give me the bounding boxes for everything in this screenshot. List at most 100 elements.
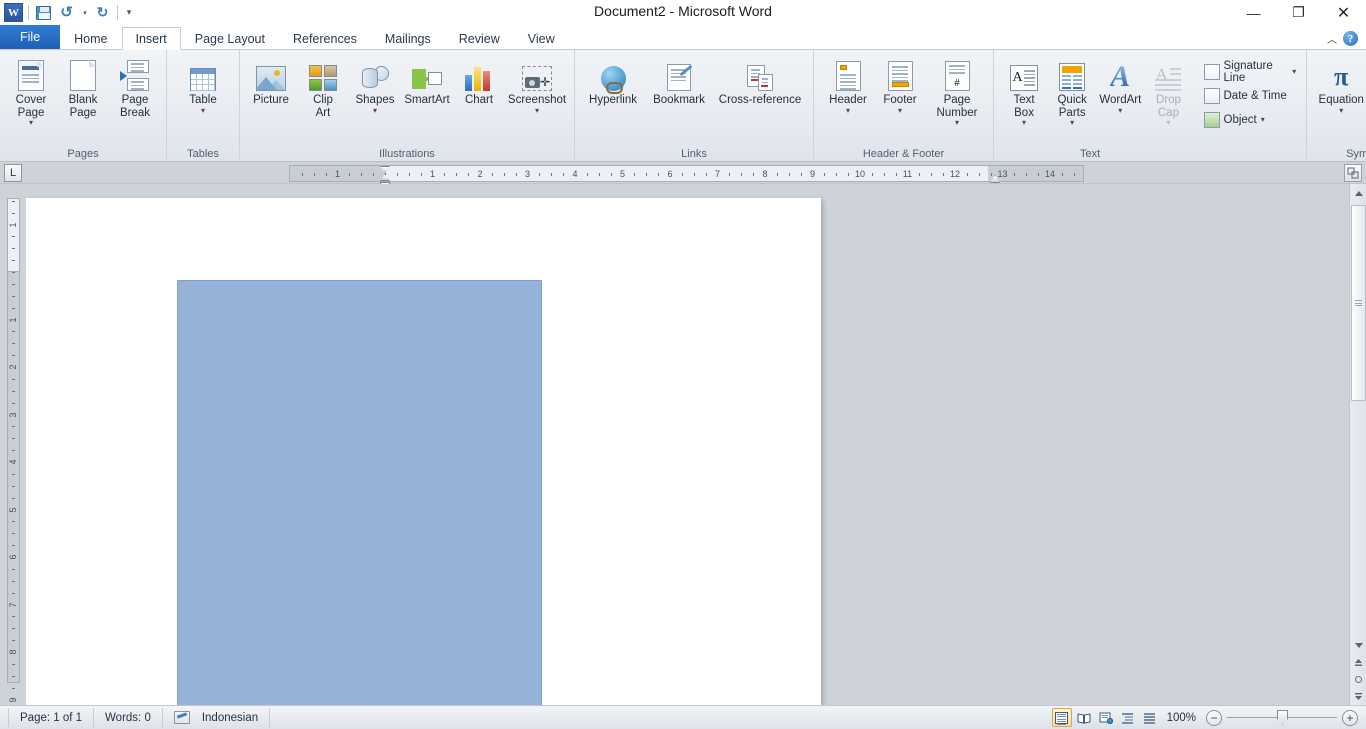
cover-page-button[interactable]: Cover Page ▾ (5, 55, 57, 128)
equation-label: Equation (1318, 94, 1364, 106)
quick-parts-icon (1059, 59, 1086, 91)
tab-page-layout[interactable]: Page Layout (181, 27, 279, 50)
view-full-screen-reading-button[interactable] (1074, 708, 1094, 727)
view-draft-button[interactable] (1140, 708, 1160, 727)
ruler-tick-mark (551, 173, 552, 176)
vruler-tick-label: 4 (8, 459, 18, 465)
next-page-button[interactable] (1350, 688, 1366, 705)
table-button[interactable]: Table ▾ (177, 55, 229, 116)
select-browse-object-icon[interactable] (1344, 164, 1362, 182)
zoom-in-button[interactable]: + (1342, 709, 1358, 726)
ribbon-group-symbols: π Equation ▾ Ω Symbol ▾ Symbols (1306, 50, 1366, 161)
vruler-tick-mark (12, 688, 15, 689)
help-icon[interactable]: ? (1343, 31, 1358, 46)
redo-button[interactable]: ↻ (92, 2, 113, 23)
screenshot-button[interactable]: ✛ Screenshot ▾ (505, 55, 569, 116)
tab-view[interactable]: View (514, 27, 569, 50)
zoom-slider[interactable] (1227, 710, 1337, 725)
page-number-button[interactable]: # Page Number ▾ (926, 55, 988, 128)
shapes-icon (361, 59, 389, 91)
document-canvas[interactable] (26, 184, 1349, 705)
footer-button[interactable]: Footer ▾ (874, 55, 926, 116)
zoom-level-label[interactable]: 100% (1161, 712, 1206, 724)
proofing-errors-icon[interactable] (173, 711, 190, 724)
clip-art-button[interactable]: Clip Art (297, 55, 349, 120)
blank-page-button[interactable]: Blank Page (57, 55, 109, 120)
customize-qat-button[interactable]: ▾ (122, 2, 135, 23)
ruler-tick-mark (349, 173, 350, 176)
object-button[interactable]: Object ▾ (1199, 109, 1302, 130)
undo-dropdown-button[interactable]: ▾ (79, 2, 90, 23)
hyperlink-label: Hyperlink (589, 94, 637, 106)
vertical-scrollbar[interactable] (1349, 184, 1366, 705)
undo-button[interactable]: ↺ (56, 2, 77, 23)
signature-line-icon (1203, 63, 1220, 80)
word-app-button[interactable]: W (3, 2, 24, 23)
language-indicator[interactable]: Indonesian (163, 708, 271, 727)
tab-references[interactable]: References (279, 27, 371, 50)
picture-button[interactable]: Picture (245, 55, 297, 108)
rectangle-shape[interactable] (177, 280, 542, 705)
view-print-layout-button[interactable] (1051, 708, 1072, 727)
scrollbar-thumb[interactable] (1351, 205, 1366, 401)
header-button[interactable]: Header ▾ (822, 55, 874, 116)
shapes-button[interactable]: Shapes ▾ (349, 55, 401, 116)
drop-cap-button[interactable]: A Drop Cap ▾ (1144, 55, 1192, 128)
draft-icon (1143, 712, 1155, 724)
chevron-down-icon: ▾ (126, 7, 132, 17)
word-count-indicator[interactable]: Words: 0 (94, 708, 163, 727)
tab-review[interactable]: Review (445, 27, 514, 50)
close-button[interactable]: ✕ (1321, 0, 1366, 25)
previous-page-button[interactable] (1350, 654, 1366, 671)
tab-mailings[interactable]: Mailings (371, 27, 445, 50)
ribbon-group-text: A Text Box ▾ Quick Parts ▾ A WordArt ▾ A… (993, 50, 1306, 161)
zoom-out-button[interactable]: − (1206, 709, 1222, 726)
signature-line-button[interactable]: Signature Line ▾ (1199, 60, 1302, 84)
hyperlink-button[interactable]: Hyperlink (580, 55, 646, 108)
ruler-tick-mark (1038, 173, 1039, 176)
minimize-button[interactable]: — (1231, 0, 1276, 25)
vruler-tick-label: 7 (8, 601, 18, 608)
minimize-ribbon-icon[interactable]: ︿ (1327, 31, 1337, 46)
page-indicator[interactable]: Page: 1 of 1 (8, 708, 95, 727)
ribbon-group-illustrations: Picture Clip Art Shapes ▾ SmartArt Chart… (239, 50, 574, 161)
chevron-down-icon: ▾ (1166, 118, 1171, 127)
ruler-tick-mark (397, 173, 398, 176)
vertical-ruler[interactable]: 1 1 2 3 4 5 6 7 8 9 (0, 184, 26, 705)
ruler-tick-mark (492, 173, 493, 176)
hyperlink-icon (600, 59, 626, 94)
ruler-tick-label: 12 (949, 169, 961, 179)
quick-parts-button[interactable]: Quick Parts ▾ (1048, 55, 1096, 128)
vruler-tick-label: 9 (8, 696, 18, 703)
cover-page-label: Cover Page (15, 94, 47, 119)
wordart-button[interactable]: A WordArt ▾ (1096, 55, 1144, 116)
tab-insert[interactable]: Insert (121, 27, 181, 50)
smartart-button[interactable]: SmartArt (401, 55, 453, 108)
ruler-tick-label: 8 (762, 169, 768, 179)
zoom-slider-thumb[interactable] (1277, 710, 1288, 725)
scroll-up-button[interactable] (1350, 184, 1366, 203)
tab-home[interactable]: Home (60, 27, 121, 50)
restore-button[interactable]: ❐ (1276, 0, 1321, 25)
scroll-down-button[interactable] (1350, 637, 1366, 654)
equation-button[interactable]: π Equation ▾ (1315, 55, 1366, 116)
chart-button[interactable]: Chart (453, 55, 505, 108)
chevron-down-icon: ▾ (83, 9, 87, 17)
bookmark-button[interactable]: Bookmark (646, 55, 712, 108)
date-time-button[interactable]: Date & Time (1199, 85, 1302, 106)
ruler-tick-mark (872, 173, 873, 176)
document-page[interactable] (26, 198, 821, 705)
select-browse-object-button[interactable] (1350, 671, 1366, 688)
view-web-layout-button[interactable] (1096, 708, 1116, 727)
tab-file[interactable]: File (0, 25, 61, 49)
tab-stop-selector[interactable]: L (4, 163, 22, 182)
blank-page-label: Blank Page (68, 94, 98, 119)
text-box-button[interactable]: A Text Box ▾ (1000, 55, 1048, 128)
save-button[interactable] (33, 2, 54, 23)
chevron-down-icon: ▾ (200, 105, 205, 115)
cross-reference-button[interactable]: Cross-reference (712, 55, 808, 108)
page-break-button[interactable]: Page Break (109, 55, 161, 120)
horizontal-ruler[interactable]: 1 1 2 3 4 5 6 7 8 9 10 11 12 13 14 (289, 165, 1084, 187)
view-outline-button[interactable] (1118, 708, 1138, 727)
ruler-tick-mark (706, 173, 707, 176)
